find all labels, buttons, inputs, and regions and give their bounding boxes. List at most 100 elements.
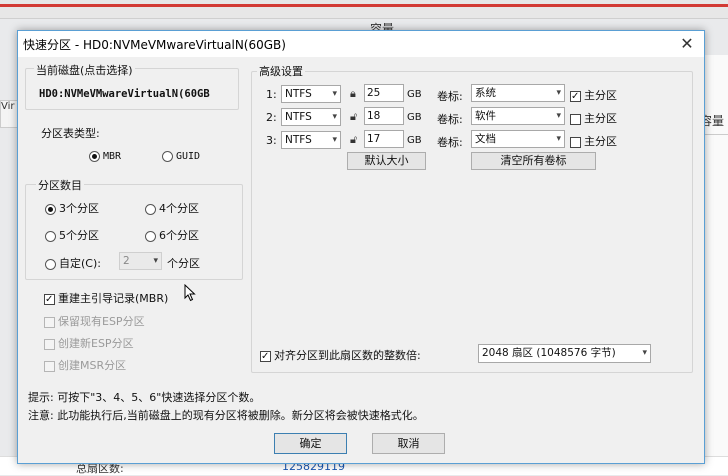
create-esp-checkbox[interactable]: 创建新ESP分区 [44, 335, 134, 351]
keep-esp-label: 保留现有ESP分区 [58, 315, 145, 328]
row-3-fs-value: NTFS [285, 134, 312, 146]
radio-4-partitions[interactable]: 4个分区 [145, 200, 199, 216]
dialog-titlebar: 快速分区 - HD0:NVMeVMwareVirtualN(60GB) ✕ [18, 31, 704, 57]
row-2-size-input[interactable]: 18 [364, 107, 404, 125]
radio-6-indicator[interactable] [145, 230, 156, 242]
unlock-icon[interactable]: 🔓︎ [350, 133, 357, 147]
partition-table-label: 分区表类型: [41, 127, 100, 140]
partition-count-label: 分区数目 [36, 177, 84, 193]
row-3-size-input[interactable]: 17 [364, 130, 404, 148]
lock-icon[interactable]: 🔒︎ [350, 87, 356, 101]
row-3-volume-label: 卷标: [437, 136, 463, 149]
radio-5-label: 5个分区 [59, 229, 99, 242]
row-1-primary-label: 主分区 [584, 89, 617, 102]
radio-mbr-indicator[interactable] [89, 150, 100, 162]
row-2-index: 2: [266, 111, 277, 124]
custom-count-select[interactable]: 2 ▾ [119, 252, 162, 270]
row-3-primary-checkbox[interactable]: 主分区 [570, 133, 617, 149]
align-sectors-select[interactable]: 2048 扇区 (1048576 字节) ▾ [478, 344, 651, 363]
radio-custom[interactable]: 自定(C): [45, 255, 101, 271]
chevron-down-icon: ▾ [332, 112, 337, 122]
row-1-primary-indicator[interactable] [570, 90, 581, 102]
align-partitions-indicator[interactable] [260, 350, 271, 362]
chevron-down-icon: ▾ [556, 134, 561, 144]
align-partitions-checkbox[interactable]: 对齐分区到此扇区数的整数倍: [260, 347, 421, 363]
radio-5-indicator[interactable] [45, 230, 56, 242]
radio-6-label: 6个分区 [159, 229, 199, 242]
unlock-icon[interactable]: 🔓︎ [350, 110, 357, 124]
chevron-down-icon: ▾ [332, 89, 337, 99]
current-disk-label: 当前磁盘(点击选择) [34, 62, 135, 78]
row-2-primary-indicator[interactable] [570, 113, 581, 125]
dialog-title: 快速分区 - HD0:NVMeVMwareVirtualN(60GB) [23, 38, 286, 52]
rebuild-mbr-checkbox[interactable]: 重建主引导记录(MBR) [44, 290, 168, 306]
chevron-down-icon: ▾ [556, 88, 561, 98]
row-2-volume-value: 软件 [475, 110, 496, 122]
row-2-volume-label: 卷标: [437, 113, 463, 126]
row-1-size-input[interactable]: 25 [364, 84, 404, 102]
mouse-cursor-icon [184, 284, 196, 302]
quick-partition-dialog: 快速分区 - HD0:NVMeVMwareVirtualN(60GB) ✕ 当前… [17, 30, 705, 464]
chevron-down-icon: ▾ [332, 135, 337, 145]
advanced-settings-label: 高级设置 [257, 63, 305, 79]
radio-mbr-label: MBR [103, 151, 122, 162]
close-icon[interactable]: ✕ [676, 33, 698, 55]
row-1-unit: GB [407, 89, 422, 100]
align-partitions-label: 对齐分区到此扇区数的整数倍: [274, 349, 421, 362]
radio-custom-label: 自定(C): [59, 257, 101, 270]
radio-mbr[interactable]: MBR [89, 149, 121, 162]
row-3-index: 3: [266, 134, 277, 147]
align-sectors-value: 2048 扇区 (1048576 字节) [482, 347, 616, 359]
row-1-volume-select[interactable]: 系统 ▾ [471, 84, 565, 102]
row-3-volume-select[interactable]: 文档 ▾ [471, 130, 565, 148]
custom-count-value: 2 [123, 255, 130, 267]
chevron-down-icon: ▾ [642, 348, 647, 358]
row-3-fs-select[interactable]: NTFS ▾ [281, 131, 341, 149]
radio-3-label: 3个分区 [59, 202, 99, 215]
radio-4-label: 4个分区 [159, 202, 199, 215]
radio-guid[interactable]: GUID [162, 149, 200, 162]
hint-line: 提示: 可按下"3、4、5、6"快速选择分区个数。 [28, 391, 261, 404]
chevron-down-icon: ▾ [153, 256, 158, 266]
row-2-fs-select[interactable]: NTFS ▾ [281, 108, 341, 126]
cancel-button[interactable]: 取消 [372, 433, 445, 454]
row-1-primary-checkbox[interactable]: 主分区 [570, 87, 617, 103]
background-accent-bar [0, 4, 728, 7]
row-2-unit: GB [407, 112, 422, 123]
row-1-index: 1: [266, 88, 277, 101]
warning-line: 注意: 此功能执行后,当前磁盘上的现有分区将被删除。新分区将会被快速格式化。 [28, 409, 424, 422]
row-2-primary-checkbox[interactable]: 主分区 [570, 110, 617, 126]
create-msr-checkbox[interactable]: 创建MSR分区 [44, 357, 126, 373]
radio-guid-indicator[interactable] [162, 150, 173, 162]
row-2-volume-select[interactable]: 软件 ▾ [471, 107, 565, 125]
row-1-volume-value: 系统 [475, 87, 496, 99]
radio-4-indicator[interactable] [145, 203, 156, 215]
row-3-volume-value: 文档 [475, 133, 496, 145]
create-esp-indicator[interactable] [44, 338, 55, 350]
keep-esp-indicator[interactable] [44, 316, 55, 328]
ok-button[interactable]: 确定 [274, 433, 347, 454]
create-msr-label: 创建MSR分区 [58, 359, 127, 372]
row-3-primary-indicator[interactable] [570, 136, 581, 148]
radio-3-indicator[interactable] [45, 203, 56, 215]
row-1-fs-select[interactable]: NTFS ▾ [281, 85, 341, 103]
row-1-volume-label: 卷标: [437, 90, 463, 103]
row-1-fs-value: NTFS [285, 88, 312, 100]
rebuild-mbr-indicator[interactable] [44, 293, 55, 305]
radio-guid-label: GUID [176, 151, 201, 162]
disk-selector[interactable]: HD0:NVMeVMwareVirtualN(60GB [39, 88, 210, 100]
custom-count-suffix: 个分区 [167, 257, 200, 270]
radio-3-partitions[interactable]: 3个分区 [45, 200, 99, 216]
chevron-down-icon: ▾ [556, 111, 561, 121]
create-msr-indicator[interactable] [44, 360, 55, 372]
radio-custom-indicator[interactable] [45, 258, 56, 270]
rebuild-mbr-label: 重建主引导记录(MBR) [58, 292, 169, 305]
row-3-unit: GB [407, 135, 422, 146]
default-size-button[interactable]: 默认大小 [347, 152, 426, 170]
background-window-header [0, 0, 728, 19]
radio-5-partitions[interactable]: 5个分区 [45, 227, 99, 243]
radio-6-partitions[interactable]: 6个分区 [145, 227, 199, 243]
clear-labels-button[interactable]: 清空所有卷标 [471, 152, 596, 170]
create-esp-label: 创建新ESP分区 [58, 337, 134, 350]
keep-esp-checkbox[interactable]: 保留现有ESP分区 [44, 313, 145, 329]
